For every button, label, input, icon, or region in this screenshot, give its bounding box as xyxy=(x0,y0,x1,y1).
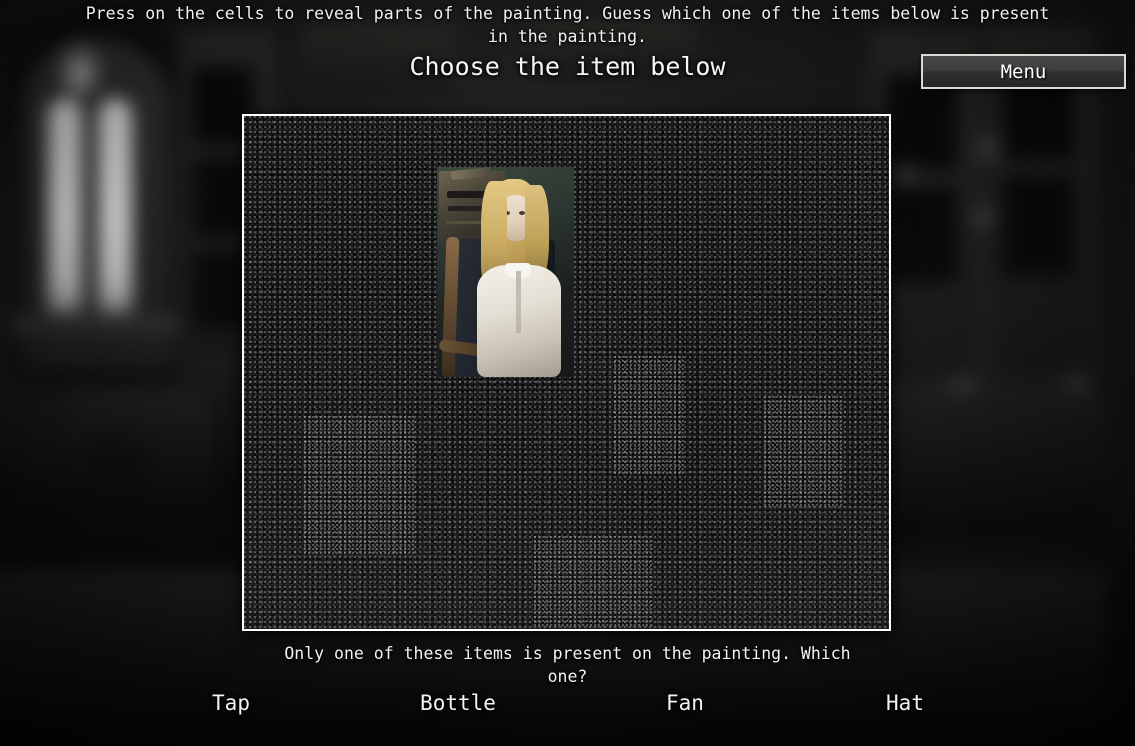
bottom-prompt: Only one of these items is present on th… xyxy=(0,642,1135,688)
option-fan[interactable]: Fan xyxy=(650,690,720,717)
instructions-line-2: in the painting. xyxy=(488,27,647,46)
instructions-line-1: Press on the cells to reveal parts of th… xyxy=(85,4,1050,23)
cell-r2c4[interactable] xyxy=(631,244,760,372)
cell-r4c4[interactable] xyxy=(631,501,760,629)
cell-r2c3[interactable] xyxy=(502,244,631,372)
ui-layer: Press on the cells to reveal parts of th… xyxy=(0,0,1135,746)
cell-r3c2[interactable] xyxy=(373,373,502,501)
cell-r1c1[interactable] xyxy=(244,116,373,244)
cell-r4c2[interactable] xyxy=(373,501,502,629)
option-bottle[interactable]: Bottle xyxy=(416,690,500,717)
cell-r3c1[interactable] xyxy=(244,373,373,501)
instructions-text: Press on the cells to reveal parts of th… xyxy=(0,2,1135,48)
cell-r3c3[interactable] xyxy=(502,373,631,501)
bottom-prompt-line-1: Only one of these items is present on th… xyxy=(284,644,851,663)
menu-button[interactable]: Menu xyxy=(921,54,1126,89)
cell-r1c4[interactable] xyxy=(631,116,760,244)
cell-r2c2[interactable] xyxy=(373,244,502,372)
answer-options: Tap Bottle Fan Hat xyxy=(196,690,940,717)
cell-r3c5[interactable] xyxy=(760,373,889,501)
cell-r2c1[interactable] xyxy=(244,244,373,372)
cell-r4c5[interactable] xyxy=(760,501,889,629)
option-hat[interactable]: Hat xyxy=(870,690,940,717)
cell-r4c3[interactable] xyxy=(502,501,631,629)
bottom-prompt-line-2: one? xyxy=(547,667,588,686)
cell-r1c2[interactable] xyxy=(373,116,502,244)
cell-r2c5[interactable] xyxy=(760,244,889,372)
cell-r3c4[interactable] xyxy=(631,373,760,501)
painting-canvas xyxy=(244,116,889,629)
game-screen: Press on the cells to reveal parts of th… xyxy=(0,0,1135,746)
painting-frame[interactable] xyxy=(242,114,891,631)
option-tap[interactable]: Tap xyxy=(196,690,266,717)
cell-r1c3[interactable] xyxy=(502,116,631,244)
cell-r1c5[interactable] xyxy=(760,116,889,244)
cell-r4c1[interactable] xyxy=(244,501,373,629)
cell-grid xyxy=(244,116,889,629)
